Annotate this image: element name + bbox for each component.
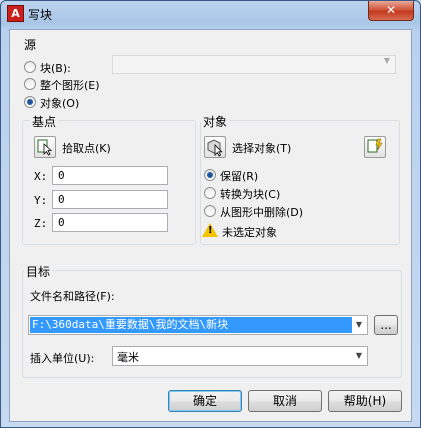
units-label: 插入单位(U): xyxy=(30,352,95,365)
quick-select-icon xyxy=(367,138,383,153)
select-objects-icon xyxy=(207,139,223,157)
pick-point-button[interactable] xyxy=(34,136,56,158)
radio-block[interactable] xyxy=(24,61,36,73)
file-path-label: 文件名和路径(F): xyxy=(30,290,115,303)
cancel-button[interactable]: 取消 xyxy=(248,390,322,412)
browse-button[interactable]: ... xyxy=(374,315,398,335)
radio-retain[interactable] xyxy=(204,169,216,181)
radio-convert-to-block-label[interactable]: 转换为块(C) xyxy=(220,186,280,202)
select-objects-button[interactable] xyxy=(204,136,226,158)
file-path-combo[interactable]: F:\360data\重要数据\我的文档\新块 ▼ xyxy=(28,315,368,335)
quick-select-button[interactable] xyxy=(364,136,386,158)
help-button[interactable]: 帮助(H) xyxy=(328,390,402,412)
radio-delete-from-drawing-label[interactable]: 从图形中删除(D) xyxy=(220,204,303,220)
objects-label: 对象 xyxy=(201,113,230,130)
z-label: Z: xyxy=(34,217,48,230)
write-block-dialog: A 写块 ✕ 源 块(B): ▼ 整个图形(E) 对象(O) 基点 拾取点(K)… xyxy=(0,0,421,428)
file-path-value[interactable]: F:\360data\重要数据\我的文档\新块 xyxy=(30,317,352,333)
chevron-down-icon[interactable]: ▼ xyxy=(351,347,367,365)
no-objects-selected-text: 未选定对象 xyxy=(222,226,277,239)
title-bar: A 写块 ✕ xyxy=(1,1,420,25)
x-label: X: xyxy=(34,170,48,183)
autocad-logo-icon: A xyxy=(7,5,24,22)
block-name-combo: ▼ xyxy=(112,55,396,74)
pick-point-label[interactable]: 拾取点(K) xyxy=(62,140,111,156)
units-combo[interactable]: 毫米 ▼ xyxy=(112,346,368,366)
chevron-down-icon: ▼ xyxy=(383,56,391,65)
select-objects-label[interactable]: 选择对象(T) xyxy=(232,140,291,156)
radio-block-label[interactable]: 块(B): xyxy=(40,60,71,76)
source-label: 源 xyxy=(24,38,37,52)
window-title: 写块 xyxy=(28,8,53,22)
y-label: Y: xyxy=(34,194,48,207)
units-value: 毫米 xyxy=(117,351,139,364)
radio-retain-label[interactable]: 保留(R) xyxy=(220,168,258,184)
radio-entire-drawing[interactable] xyxy=(24,78,36,90)
x-input[interactable]: 0 xyxy=(52,166,168,185)
radio-entire-drawing-label[interactable]: 整个图形(E) xyxy=(40,77,100,93)
warning-icon xyxy=(202,223,218,237)
radio-delete-from-drawing[interactable] xyxy=(204,205,216,217)
radio-convert-to-block[interactable] xyxy=(204,187,216,199)
y-input[interactable]: 0 xyxy=(52,190,168,209)
base-point-label: 基点 xyxy=(30,113,59,130)
z-input[interactable]: 0 xyxy=(52,213,168,232)
radio-objects[interactable] xyxy=(24,96,36,108)
dialog-body: 源 块(B): ▼ 整个图形(E) 对象(O) 基点 拾取点(K) X: 0 Y… xyxy=(9,29,412,422)
close-button[interactable]: ✕ xyxy=(368,1,414,21)
radio-objects-label[interactable]: 对象(O) xyxy=(40,95,79,111)
ok-button[interactable]: 确定 xyxy=(168,390,242,412)
chevron-down-icon[interactable]: ▼ xyxy=(351,316,367,334)
pick-point-icon xyxy=(37,139,53,156)
target-label: 目标 xyxy=(24,263,53,280)
